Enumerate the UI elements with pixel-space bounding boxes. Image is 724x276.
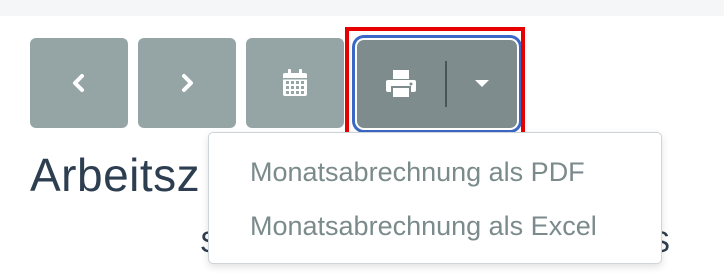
- page-heading: Arbeitsz: [30, 149, 201, 201]
- menu-item-export-excel[interactable]: Monatsabrechnung als Excel: [250, 211, 597, 242]
- chevron-left-icon: [73, 74, 84, 92]
- next-button[interactable]: [138, 38, 236, 128]
- calendar-button[interactable]: [246, 38, 344, 128]
- previous-button[interactable]: [30, 38, 128, 128]
- menu-item-export-pdf[interactable]: Monatsabrechnung als PDF: [250, 157, 585, 188]
- highlight-frame: [345, 27, 525, 137]
- print-dropdown-menu: Monatsabrechnung als PDF Monatsabrechnun…: [208, 132, 662, 264]
- chevron-right-icon: [182, 74, 193, 92]
- calendar-icon: [283, 69, 307, 96]
- top-strip: [0, 0, 724, 16]
